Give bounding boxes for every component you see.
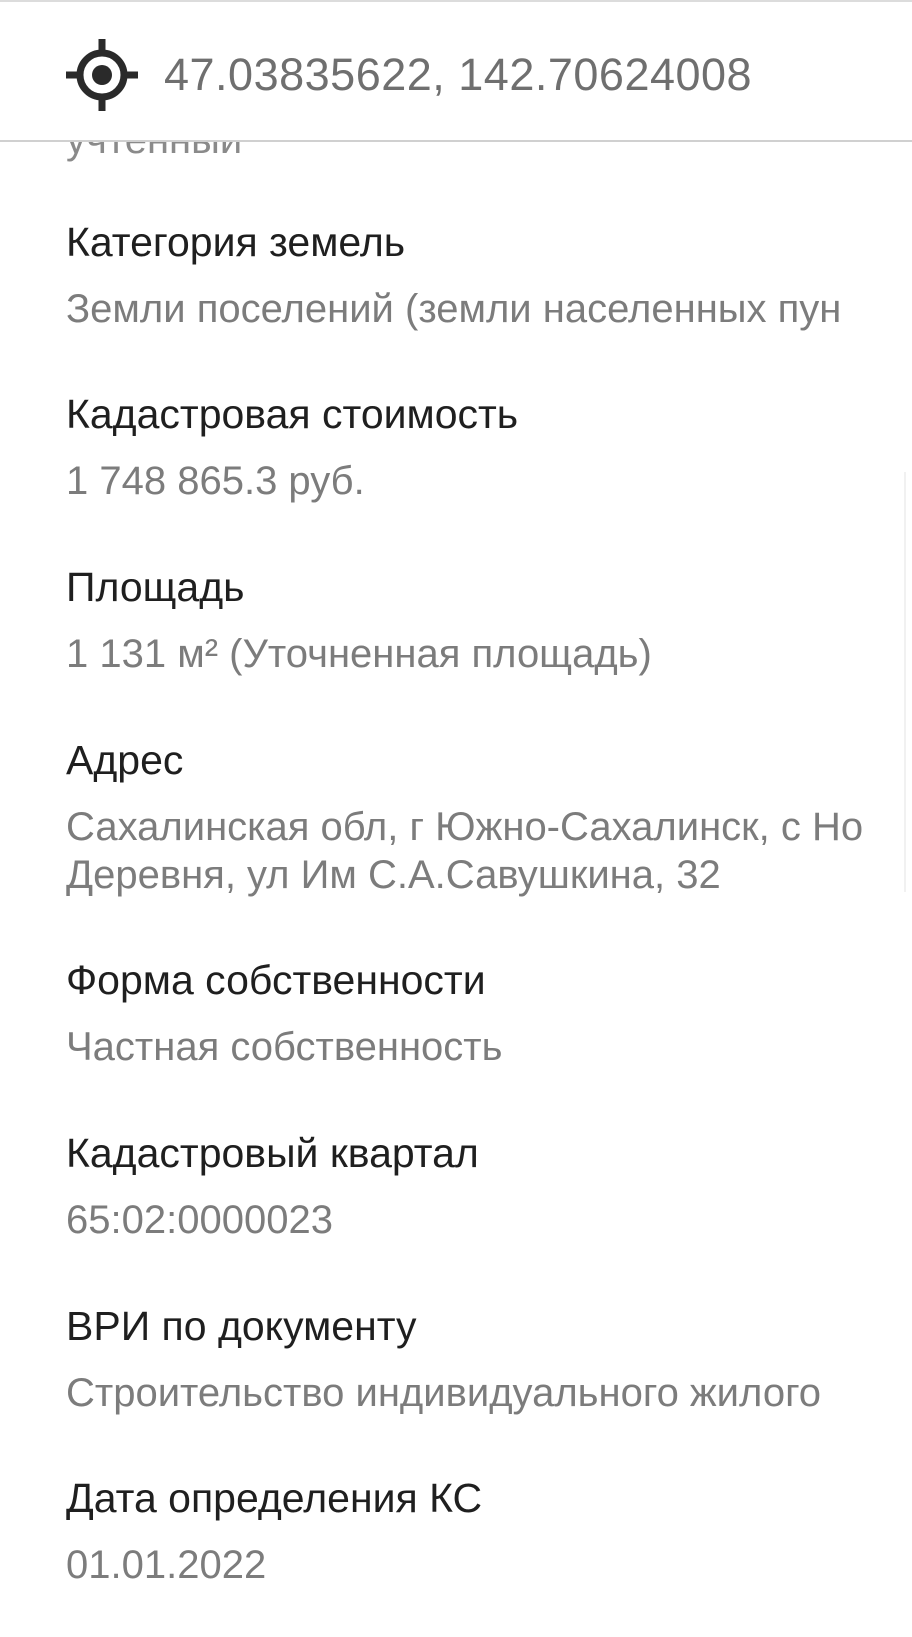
field-label: Дата определения КС (66, 1475, 483, 1521)
field-cadastral-value: Кадастровая стоимость 1 748 865.3 руб. (66, 386, 912, 508)
field-permitted-use: ВРИ по документу Строительство индивидуа… (66, 1298, 912, 1420)
field-value: 65:02:0000023 (66, 1198, 333, 1242)
field-value: 1 131 м² (Уточненная площадь) (66, 632, 652, 676)
coordinates-header: 47.03835622, 142.70624008 (0, 0, 912, 142)
field-label: Адрес (66, 737, 184, 783)
field-label: Кадастровый квартал (66, 1130, 479, 1176)
coordinates-row[interactable]: 47.03835622, 142.70624008 (64, 38, 752, 112)
gps-target-icon[interactable] (64, 37, 140, 113)
field-cadastral-quarter: Кадастровый квартал 65:02:0000023 (66, 1125, 912, 1247)
parcel-details: учтенный Категория земель Земли поселени… (0, 142, 912, 1637)
field-address: Адрес Сахалинская обл, г Южно-Сахалинск,… (66, 732, 912, 902)
field-value: Строительство индивидуального жилого (66, 1371, 822, 1415)
field-label: Площадь (66, 564, 245, 610)
coordinates-text[interactable]: 47.03835622, 142.70624008 (164, 49, 752, 101)
field-land-category: Категория земель Земли поселений (земли … (66, 214, 912, 336)
field-label: Кадастровая стоимость (66, 391, 519, 437)
field-value: Частная собственность (66, 1025, 503, 1069)
field-ownership: Форма собственности Частная собственност… (66, 952, 912, 1074)
truncated-value: учтенный (66, 142, 242, 163)
field-label: Категория земель (66, 219, 406, 265)
field-valuation-date: Дата определения КС 01.01.2022 (66, 1470, 912, 1592)
field-value: 01.01.2022 (66, 1543, 267, 1587)
field-label: ВРИ по документу (66, 1303, 417, 1349)
scroll-edge (904, 472, 906, 892)
field-value: 1 748 865.3 руб. (66, 459, 365, 503)
field-value-line1: Сахалинская обл, г Южно-Сахалинск, с Но (66, 805, 864, 849)
field-value-line2: Деревня, ул Им С.А.Савушкина, 32 (66, 853, 721, 897)
field-value: Земли поселений (земли населенных пун (66, 287, 842, 331)
field-label: Форма собственности (66, 957, 486, 1003)
field-area: Площадь 1 131 м² (Уточненная площадь) (66, 559, 912, 681)
